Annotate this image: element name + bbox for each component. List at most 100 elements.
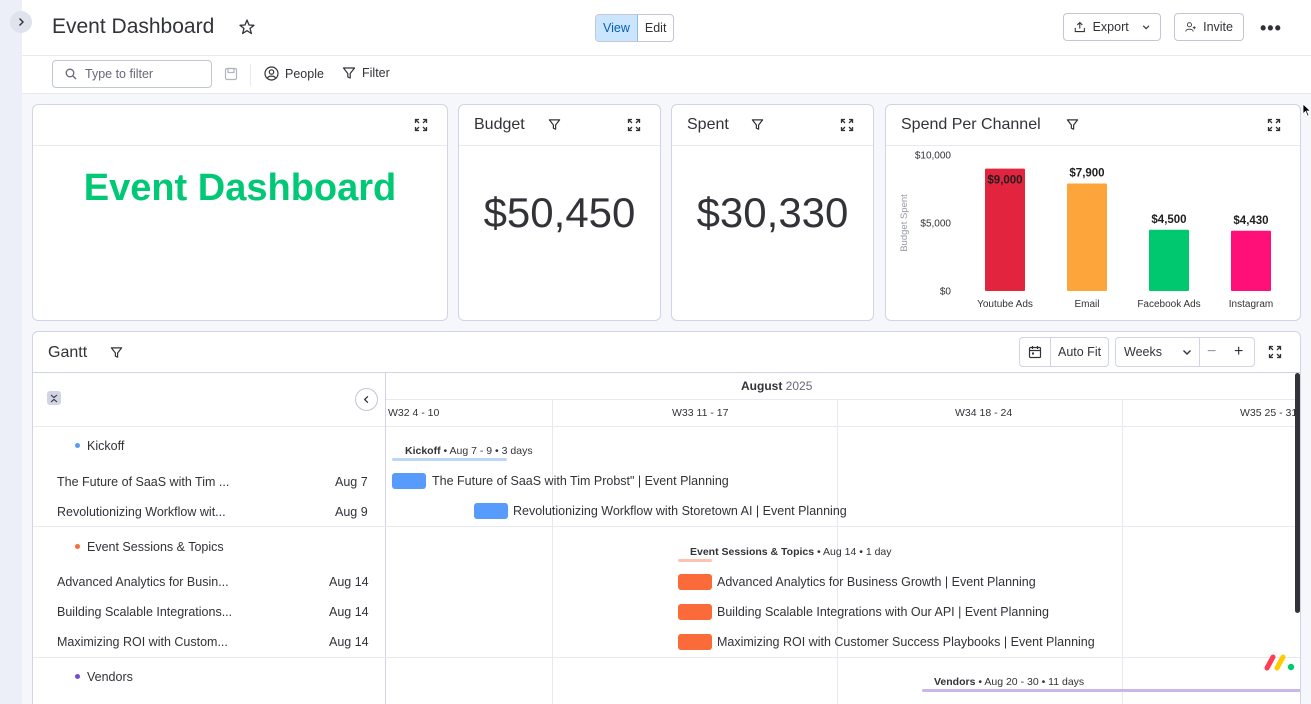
budget-widget: Budget $50,450 xyxy=(458,104,661,321)
fullscreen-button[interactable] xyxy=(627,118,641,137)
task-bar[interactable] xyxy=(392,473,426,489)
item-date: Aug 14 xyxy=(329,575,369,589)
people-filter-button[interactable]: People xyxy=(264,66,324,81)
people-label: People xyxy=(285,66,324,81)
filter-icon xyxy=(1066,119,1079,130)
spent-value: $30,330 xyxy=(696,189,849,236)
x-tick-label: Youtube Ads xyxy=(977,299,1033,310)
fullscreen-button[interactable] xyxy=(840,118,854,137)
group-name[interactable]: Event Sessions & Topics xyxy=(87,540,224,554)
widget-title: Gantt xyxy=(48,344,88,361)
vertical-scrollbar[interactable] xyxy=(1295,373,1300,613)
scale-select[interactable]: Weeks xyxy=(1116,338,1200,366)
group-bar-meta: • Aug 20 - 30 • 11 days xyxy=(975,676,1085,688)
widget-header: Gantt Auto Fit Weeks − + xyxy=(33,332,1300,373)
zoom-in-button[interactable]: + xyxy=(1234,343,1243,361)
expand-icon xyxy=(1267,118,1281,132)
group-bar-name: Vendors xyxy=(934,676,976,688)
chevron-right-icon xyxy=(19,18,24,26)
page-title: Event Dashboard xyxy=(52,15,215,38)
y-tick-label: $5,000 xyxy=(920,219,951,230)
title-widget: Event Dashboard xyxy=(32,104,448,321)
mouse-cursor-icon xyxy=(1302,103,1311,117)
collapse-all-button[interactable] xyxy=(47,391,61,405)
task-bar-label: Advanced Analytics for Business Growth |… xyxy=(717,575,1036,589)
divider xyxy=(386,426,1300,427)
fullscreen-button[interactable] xyxy=(414,118,428,137)
divider xyxy=(250,64,251,86)
view-mode-toggle: View Edit xyxy=(595,14,675,42)
y-tick-label: $0 xyxy=(940,287,952,298)
group-bar-header: Kickoff • Aug 7 - 9 • 3 days xyxy=(405,445,533,457)
item-name[interactable]: Advanced Analytics for Busin... xyxy=(57,575,229,589)
auto-fit-button[interactable]: Auto Fit xyxy=(1019,337,1109,367)
task-bar[interactable] xyxy=(678,604,712,620)
invite-label: Invite xyxy=(1203,20,1233,34)
week-label: W33 11 - 17 xyxy=(672,407,729,419)
bar-instagram xyxy=(1231,230,1271,291)
collapse-pane-button[interactable] xyxy=(355,388,378,411)
widget-title: Spend Per Channel xyxy=(901,116,1041,133)
fullscreen-button[interactable] xyxy=(1268,345,1282,364)
item-date: Aug 9 xyxy=(335,505,368,519)
widget-filter-button[interactable] xyxy=(548,118,561,136)
filter-icon xyxy=(342,67,356,79)
item-name[interactable]: The Future of SaaS with Tim ... xyxy=(57,475,229,489)
group-name[interactable]: Vendors xyxy=(87,670,133,684)
widget-filter-button[interactable] xyxy=(110,346,123,364)
search-input[interactable]: Type to filter xyxy=(52,60,212,88)
export-icon xyxy=(1074,21,1085,33)
bar-email xyxy=(1067,183,1107,291)
expand-icon xyxy=(1268,345,1282,359)
view-mode-button[interactable]: View xyxy=(596,15,638,41)
group-bar-header: Vendors • Aug 20 - 30 • 11 days xyxy=(934,676,1084,688)
month-year: 2025 xyxy=(785,379,813,393)
task-bar[interactable] xyxy=(474,503,508,519)
dashboard-header: Event Dashboard View Edit Export Invite … xyxy=(22,0,1311,56)
bar-facebook-ads xyxy=(1149,229,1189,291)
item-date: Aug 14 xyxy=(329,635,369,649)
zoom-out-button[interactable]: − xyxy=(1207,343,1216,361)
widget-filter-button[interactable] xyxy=(1066,118,1079,136)
week-label: W35 25 - 31 xyxy=(1240,407,1298,419)
divider xyxy=(386,399,1300,400)
y-axis-label: Budget Spent xyxy=(899,194,910,252)
task-bar[interactable] xyxy=(678,634,712,650)
group-summary-bar xyxy=(392,458,507,461)
spend-per-channel-widget: Spend Per Channel Budget Spent $0 $5,000 $1… xyxy=(885,104,1301,321)
item-name[interactable]: Revolutionizing Workflow wit... xyxy=(57,505,226,519)
search-icon xyxy=(65,68,77,80)
fullscreen-button[interactable] xyxy=(1267,118,1281,137)
task-bar[interactable] xyxy=(678,574,712,590)
week-gridline xyxy=(1122,399,1123,704)
divider xyxy=(33,426,385,427)
widget-filter-button[interactable] xyxy=(751,118,764,136)
widget-header xyxy=(33,105,447,146)
week-label: W32 4 - 10 xyxy=(388,407,440,419)
bar-value-label: $7,900 xyxy=(1069,168,1104,180)
filter-button[interactable]: Filter xyxy=(342,66,390,80)
export-button[interactable]: Export xyxy=(1063,13,1161,41)
spend-per-channel-chart: Budget Spent $0 $5,000 $10,000 $9,000 Youtube… xyxy=(899,151,1273,311)
task-bar-label: The Future of SaaS with Tim Probst" | Ev… xyxy=(432,474,729,488)
expand-sidebar-button[interactable] xyxy=(10,11,32,33)
scale-value: Weeks xyxy=(1124,345,1162,359)
auto-fit-label: Auto Fit xyxy=(1058,345,1102,359)
item-name[interactable]: Maximizing ROI with Custom... xyxy=(57,635,228,649)
favorite-button[interactable] xyxy=(238,18,256,41)
pane-divider xyxy=(385,373,386,704)
item-name[interactable]: Building Scalable Integrations... xyxy=(57,605,232,619)
save-view-button[interactable] xyxy=(224,67,238,86)
group-bar-meta: • Aug 7 - 9 • 3 days xyxy=(440,445,533,457)
invite-button[interactable]: Invite xyxy=(1174,13,1244,41)
export-label: Export xyxy=(1092,20,1129,34)
month-label: August 2025 xyxy=(741,379,812,393)
group-name[interactable]: Kickoff xyxy=(87,439,124,453)
more-options-button[interactable]: ••• xyxy=(1260,18,1282,39)
star-icon xyxy=(239,19,255,35)
dashboard-brand-title: Event Dashboard xyxy=(83,167,397,209)
gantt-widget: Gantt Auto Fit Weeks − + August 2025 W32… xyxy=(32,331,1301,704)
edit-mode-button[interactable]: Edit xyxy=(638,15,674,41)
today-button[interactable] xyxy=(1020,338,1051,366)
filter-bar: Type to filter People Filter xyxy=(22,56,1311,94)
